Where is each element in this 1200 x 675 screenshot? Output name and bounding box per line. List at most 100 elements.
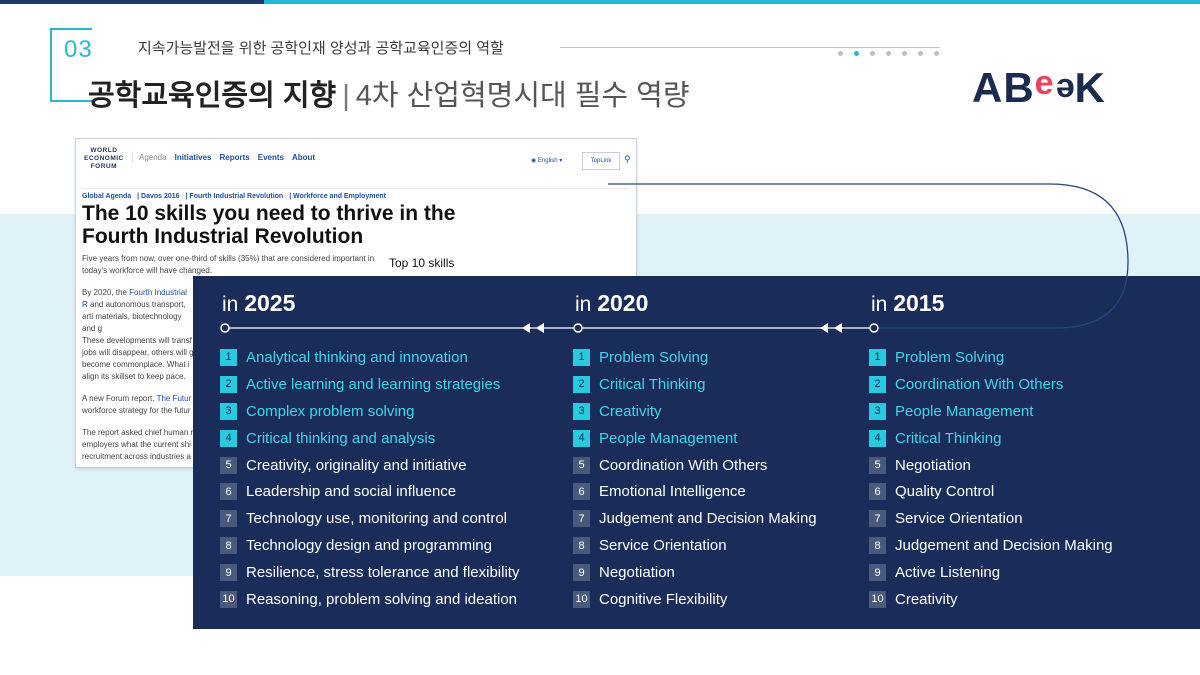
rank-badge: 10 — [573, 590, 590, 608]
rank-badge: 3 — [220, 402, 237, 420]
skill-label: Negotiation — [599, 564, 675, 582]
skill-label: Reasoning, problem solving and ideation — [246, 590, 518, 608]
rank-badge: 5 — [220, 456, 237, 474]
skill-item: 5 Creativity, originality and initiative — [220, 452, 519, 479]
skill-item: 7 Judgement and Decision Making — [573, 505, 817, 532]
skill-item: 8 Judgement and Decision Making — [869, 532, 1113, 559]
rank-badge: 3 — [573, 402, 590, 420]
rank-badge: 1 — [869, 348, 886, 366]
rank-badge: 9 — [220, 564, 237, 582]
skill-label: Negotiation — [895, 456, 971, 474]
skill-label: Critical Thinking — [599, 375, 706, 393]
timeline-arc — [608, 183, 1129, 329]
year-value: 2015 — [893, 290, 945, 316]
skill-item: 10 Reasoning, problem solving and ideatio… — [220, 586, 519, 613]
year-prefix: in — [575, 293, 592, 316]
rank-badge: 7 — [573, 510, 590, 528]
skill-item: 1 Problem Solving — [573, 344, 817, 371]
rank-badge: 6 — [869, 483, 886, 501]
skill-label: Creativity, originality and initiative — [246, 456, 467, 474]
year-prefix: in — [222, 293, 239, 316]
skill-label: Service Orientation — [895, 510, 1023, 528]
rank-badge: 2 — [220, 375, 237, 393]
skill-item: 2 Coordination With Others — [869, 371, 1113, 398]
rank-badge: 8 — [573, 537, 590, 555]
rank-badge: 1 — [220, 348, 237, 366]
skill-label: Critical thinking and analysis — [246, 429, 436, 447]
skill-item: 8 Service Orientation — [573, 532, 817, 559]
skills-list-2025: 1 Analytical thinking and innovation 2 Acti… — [220, 344, 519, 613]
skill-item: 6 Quality Control — [869, 478, 1113, 505]
rank-badge: 2 — [573, 375, 590, 393]
skills-list-2015: 1 Problem Solving 2 Coordination With Other… — [869, 344, 1113, 613]
skill-item: 10 Creativity — [869, 586, 1113, 613]
skill-label: Coordination With Others — [895, 375, 1064, 393]
skill-item: 9 Active Listening — [869, 559, 1113, 586]
skills-list-2020: 1 Problem Solving 2 Critical Thinking 3 Creat… — [573, 344, 817, 613]
year-value: 2025 — [244, 290, 296, 316]
skill-label: Leadership and social influence — [246, 483, 457, 501]
rank-badge: 9 — [869, 564, 886, 582]
skill-item: 2 Critical Thinking — [573, 371, 817, 398]
skill-label: Service Orientation — [599, 537, 727, 555]
rank-badge: 5 — [573, 456, 590, 474]
skill-item: 4 Critical Thinking — [869, 425, 1113, 452]
skill-label: Problem Solving — [895, 348, 1005, 366]
skill-item: 5 Coordination With Others — [573, 452, 817, 479]
skill-label: Analytical thinking and innovation — [246, 348, 468, 366]
skill-label: Cognitive Flexibility — [599, 590, 728, 608]
skill-label: Coordination With Others — [599, 456, 768, 474]
timeline-node-2020 — [573, 323, 583, 333]
timeline-node-2025 — [220, 323, 230, 333]
rank-badge: 1 — [573, 348, 590, 366]
skill-item: 3 Creativity — [573, 398, 817, 425]
year-prefix: in — [871, 293, 888, 316]
skill-item: 7 Service Orientation — [869, 505, 1113, 532]
skill-item: 1 Problem Solving — [869, 344, 1113, 371]
skill-item: 3 Complex problem solving — [220, 398, 519, 425]
skill-item: 6 Leadership and social influence — [220, 478, 519, 505]
skill-label: Creativity — [599, 402, 662, 420]
rank-badge: 7 — [220, 510, 237, 528]
skill-label: Emotional Intelligence — [599, 483, 746, 501]
rank-badge: 4 — [220, 429, 237, 447]
rank-badge: 5 — [869, 456, 886, 474]
rank-badge: 4 — [573, 429, 590, 447]
skill-label: Creativity — [895, 590, 958, 608]
rank-badge: 9 — [573, 564, 590, 582]
arrow-left-icon — [536, 323, 544, 333]
timeline-node-2015 — [869, 323, 879, 333]
rank-badge: 8 — [220, 537, 237, 555]
year-heading-2025: in 2025 — [222, 290, 295, 317]
skill-item: 9 Resilience, stress tolerance and flexib… — [220, 559, 519, 586]
rank-badge: 10 — [220, 590, 237, 608]
skill-item: 2 Active learning and learning strategies — [220, 371, 519, 398]
arrow-left-icon — [820, 323, 828, 333]
skill-item: 8 Technology design and programming — [220, 532, 519, 559]
year-value: 2020 — [597, 290, 649, 316]
skill-item: 3 People Management — [869, 398, 1113, 425]
rank-badge: 2 — [869, 375, 886, 393]
skill-item: 10 Cognitive Flexibility — [573, 586, 817, 613]
skill-label: Critical Thinking — [895, 429, 1002, 447]
skill-item: 4 Critical thinking and analysis — [220, 425, 519, 452]
skill-label: Active Listening — [895, 564, 1001, 582]
skill-label: People Management — [599, 429, 738, 447]
rank-badge: 8 — [869, 537, 886, 555]
rank-badge: 7 — [869, 510, 886, 528]
skill-label: Complex problem solving — [246, 402, 415, 420]
year-heading-2020: in 2020 — [575, 290, 648, 317]
skill-label: Problem Solving — [599, 348, 709, 366]
skill-item: 4 People Management — [573, 425, 817, 452]
rank-badge: 3 — [869, 402, 886, 420]
skill-label: Resilience, stress tolerance and flexibi… — [246, 564, 520, 582]
skill-item: 5 Negotiation — [869, 452, 1113, 479]
year-heading-2015: in 2015 — [871, 290, 944, 317]
skill-label: Quality Control — [895, 483, 995, 501]
skill-label: Technology use, monitoring and control — [246, 510, 507, 528]
skill-item: 1 Analytical thinking and innovation — [220, 344, 519, 371]
rank-badge: 6 — [220, 483, 237, 501]
skill-label: Judgement and Decision Making — [599, 510, 817, 528]
skill-item: 7 Technology use, monitoring and control — [220, 505, 519, 532]
skill-item: 6 Emotional Intelligence — [573, 478, 817, 505]
